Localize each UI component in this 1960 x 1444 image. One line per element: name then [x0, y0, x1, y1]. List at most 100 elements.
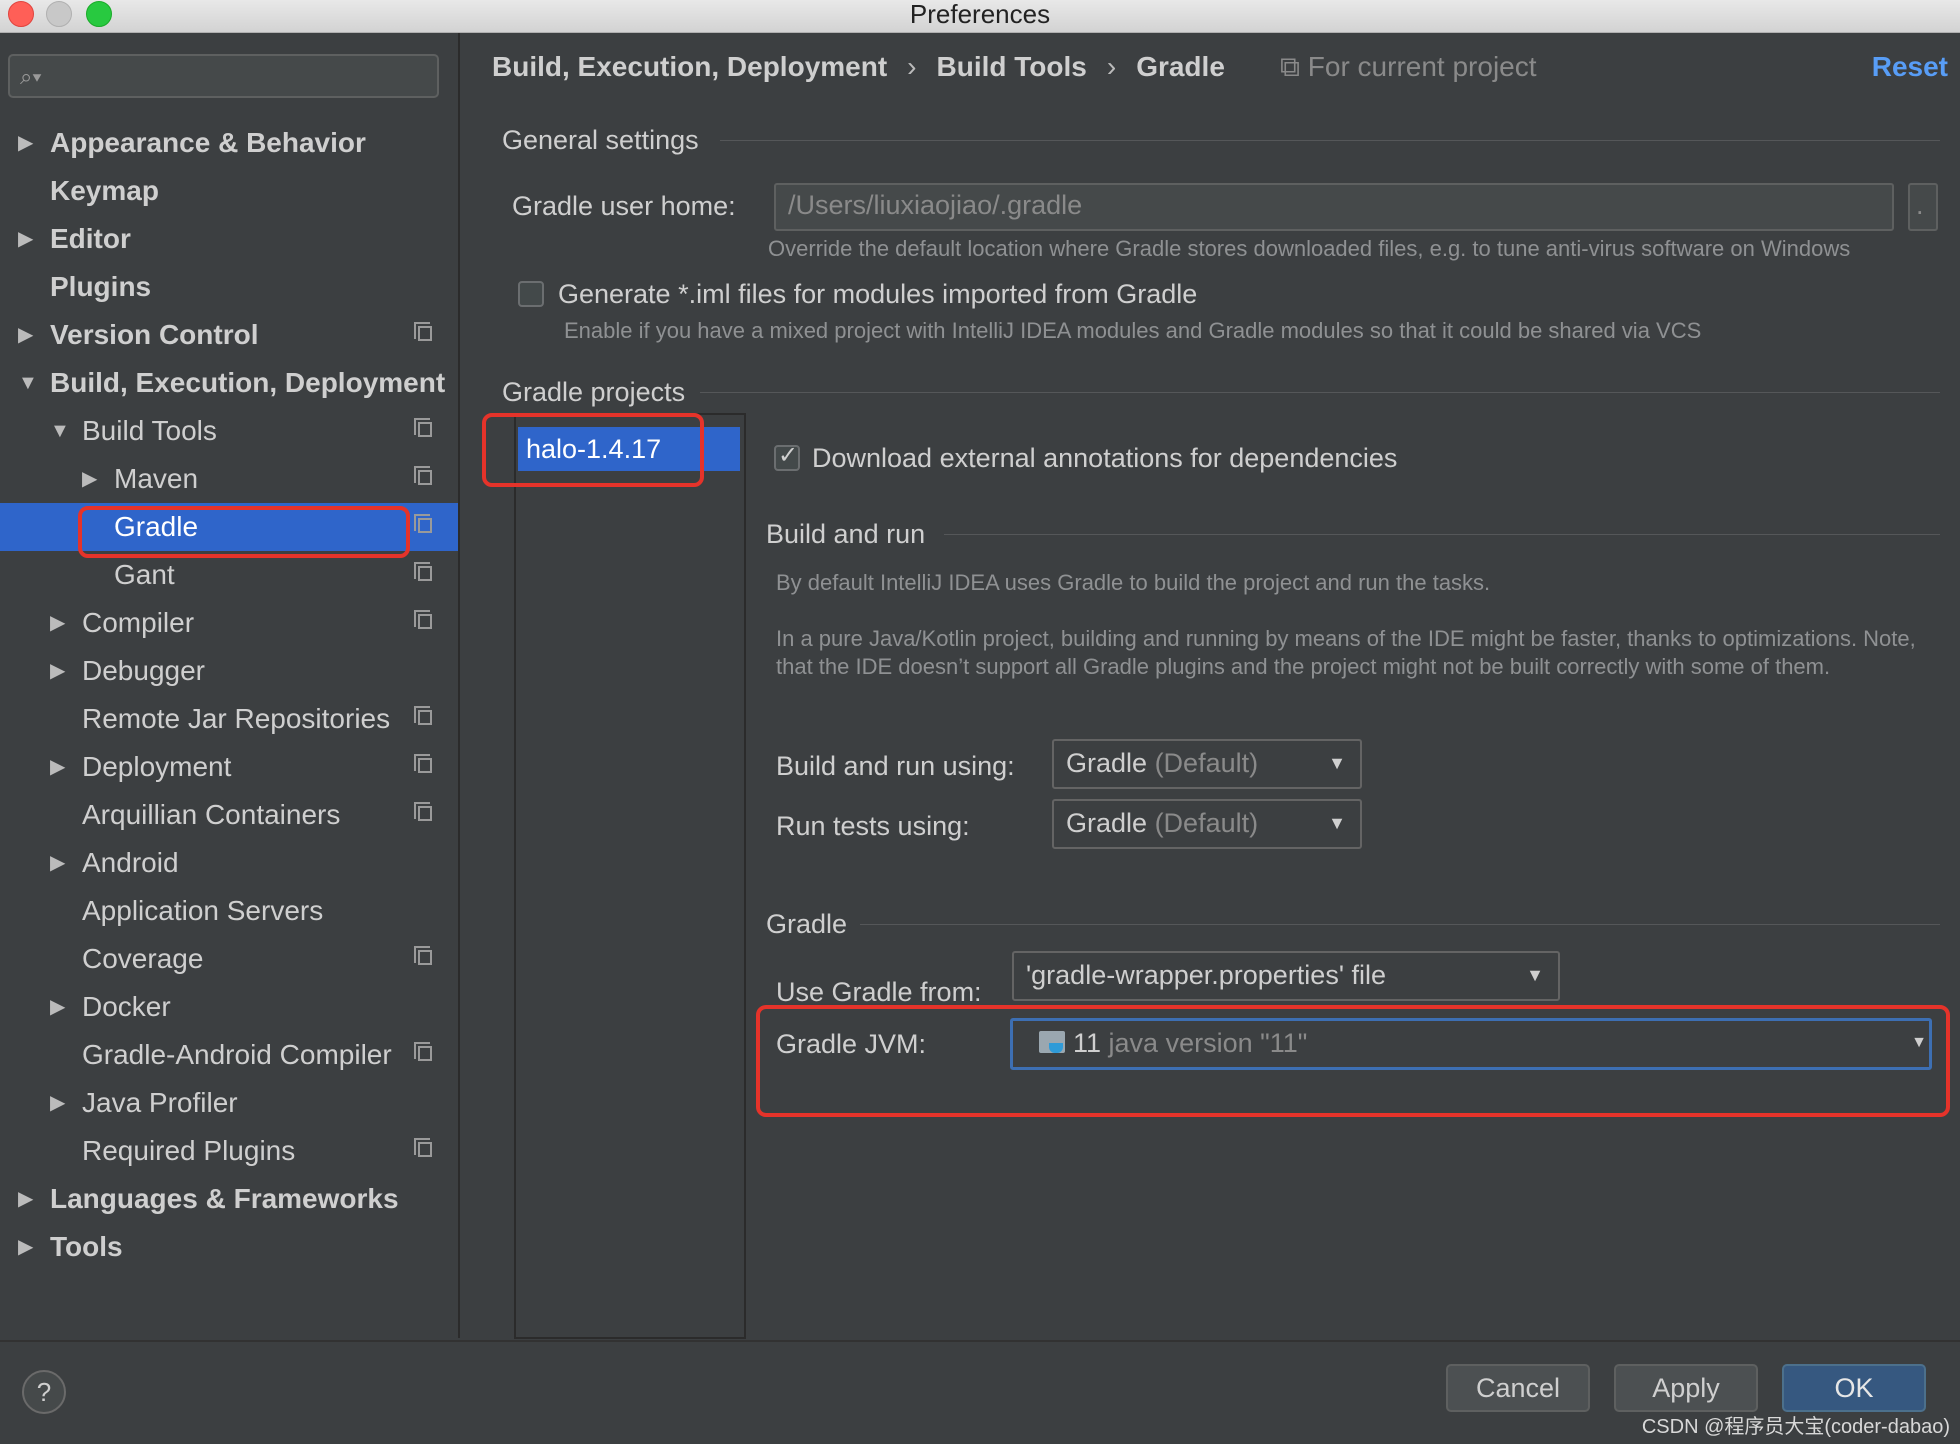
sidebar-item-tools[interactable]: ▶ Tools — [0, 1223, 458, 1271]
sidebar-item-arquillian-containers[interactable]: Arquillian Containers — [0, 791, 458, 839]
chevron-down-icon: ▼ — [1328, 753, 1346, 773]
project-scope-icon — [414, 322, 432, 341]
sidebar-item-build-tools[interactable]: ▼ Build Tools — [0, 407, 458, 455]
sidebar-item-application-servers[interactable]: Application Servers — [0, 887, 458, 935]
sidebar-item-coverage[interactable]: Coverage — [0, 935, 458, 983]
project-scope-icon — [414, 466, 432, 485]
expand-arrow-icon[interactable]: ▶ — [50, 983, 65, 1031]
dropdown-value: Gradle — [1066, 808, 1148, 838]
project-scope-icon — [414, 706, 432, 725]
sidebar-item-plugins[interactable]: Plugins — [0, 263, 458, 311]
sidebar-item-required-plugins[interactable]: Required Plugins — [0, 1127, 458, 1175]
sidebar-item-android[interactable]: ▶ Android — [0, 839, 458, 887]
run-tests-using-dropdown[interactable]: Gradle (Default) ▼ — [1052, 799, 1362, 849]
sidebar-item-build-execution-deployment[interactable]: ▼ Build, Execution, Deployment — [0, 359, 458, 407]
build-run-hint: By default IntelliJ IDEA uses Gradle to … — [776, 570, 1491, 595]
generate-iml-checkbox[interactable] — [518, 281, 544, 307]
project-scope-icon — [414, 946, 432, 965]
project-scope-icon — [414, 1138, 432, 1157]
sidebar-item-gradle-android-compiler[interactable]: Gradle-Android Compiler — [0, 1031, 458, 1079]
build-run-using-dropdown[interactable]: Gradle (Default) ▼ — [1052, 739, 1362, 789]
window-title: Preferences — [909, 0, 1051, 29]
highlight-box-project — [482, 413, 704, 487]
section-divider — [720, 140, 1940, 141]
sidebar-item-deployment[interactable]: ▶ Deployment — [0, 743, 458, 791]
use-gradle-from-dropdown[interactable]: 'gradle-wrapper.properties' file ▼ — [1012, 951, 1560, 1001]
general-settings-title: General settings — [502, 125, 699, 155]
dropdown-default-label: (Default) — [1154, 748, 1259, 778]
build-and-run-title: Build and run — [766, 519, 926, 549]
chevron-down-icon: ▼ — [1328, 813, 1346, 833]
download-annotations-checkbox[interactable] — [774, 441, 800, 471]
expand-arrow-icon[interactable]: ▶ — [18, 215, 33, 263]
ok-button[interactable]: OK — [1782, 1364, 1926, 1412]
scope-indicator: ⧉ For current project — [1280, 49, 1537, 85]
window-titlebar: Preferences — [0, 0, 1960, 33]
collapse-arrow-icon[interactable]: ▼ — [50, 407, 70, 455]
apply-button[interactable]: Apply — [1614, 1364, 1758, 1412]
help-button[interactable]: ? — [22, 1370, 66, 1414]
expand-arrow-icon[interactable]: ▶ — [18, 119, 33, 167]
search-icon: ⌕▾ — [20, 64, 42, 89]
project-scope-icon — [414, 1042, 432, 1061]
sidebar-item-compiler[interactable]: ▶ Compiler — [0, 599, 458, 647]
gradle-user-home-hint: Override the default location where Grad… — [768, 236, 1851, 261]
reset-link[interactable]: Reset — [1872, 49, 1948, 85]
sidebar-item-appearance[interactable]: ▶ Appearance & Behavior — [0, 119, 458, 167]
settings-sidebar: ⌕▾ ▶ Appearance & Behavior Keymap ▶ Edit… — [0, 33, 460, 1338]
dropdown-value: 'gradle-wrapper.properties' file — [1026, 960, 1386, 990]
project-scope-icon — [414, 802, 432, 821]
section-divider — [944, 534, 1940, 535]
section-divider — [700, 392, 1940, 393]
cancel-button[interactable]: Cancel — [1446, 1364, 1590, 1412]
gradle-section-title: Gradle — [766, 909, 848, 939]
sidebar-item-keymap[interactable]: Keymap — [0, 167, 458, 215]
expand-arrow-icon[interactable]: ▶ — [18, 1175, 33, 1223]
dropdown-value: Gradle — [1066, 748, 1148, 778]
expand-arrow-icon[interactable]: ▶ — [50, 743, 65, 791]
expand-arrow-icon[interactable]: ▶ — [18, 311, 33, 359]
breadcrumb-item: Gradle — [1136, 51, 1225, 82]
sidebar-item-debugger[interactable]: ▶ Debugger — [0, 647, 458, 695]
project-scope-icon — [414, 418, 432, 437]
sidebar-item-languages-frameworks[interactable]: ▶ Languages & Frameworks — [0, 1175, 458, 1223]
breadcrumb-separator: › — [907, 51, 917, 82]
breadcrumb-separator: › — [1106, 51, 1117, 82]
run-tests-using-label: Run tests using: — [776, 811, 970, 841]
breadcrumb-item[interactable]: Build Tools — [937, 51, 1087, 82]
section-divider — [860, 924, 1940, 925]
collapse-arrow-icon[interactable]: ▼ — [18, 359, 38, 407]
expand-arrow-icon[interactable]: ▶ — [50, 647, 65, 695]
gradle-user-home-label: Gradle user home: — [512, 191, 736, 221]
scope-label: For current project — [1307, 51, 1537, 82]
breadcrumb-item[interactable]: Build, Execution, Deployment — [492, 51, 887, 82]
gradle-user-home-input[interactable]: /Users/liuxiaojiao/.gradle — [774, 183, 1894, 231]
chevron-down-icon: ▼ — [1526, 965, 1544, 985]
sidebar-item-maven[interactable]: ▶ Maven — [0, 455, 458, 503]
browse-button[interactable]: . — [1908, 183, 1938, 231]
highlight-box-gradle-item — [78, 506, 410, 558]
dialog-footer: ? Cancel Apply OK CSDN @程序员大宝(coder-daba… — [0, 1340, 1960, 1444]
sidebar-item-remote-jar-repositories[interactable]: Remote Jar Repositories — [0, 695, 458, 743]
settings-content-panel: Build, Execution, Deployment › Build Tools… — [460, 33, 1960, 1339]
expand-arrow-icon[interactable]: ▶ — [50, 599, 65, 647]
expand-arrow-icon[interactable]: ▶ — [82, 455, 97, 503]
expand-arrow-icon[interactable]: ▶ — [50, 839, 65, 887]
project-scope-icon — [414, 610, 432, 629]
download-annotations-label: Download external annotations for depend… — [812, 443, 1398, 473]
project-scope-icon: ⧉ — [1280, 51, 1308, 82]
build-run-using-label: Build and run using: — [776, 751, 1015, 781]
settings-search-input[interactable]: ⌕▾ — [8, 54, 439, 98]
expand-arrow-icon[interactable]: ▶ — [50, 1079, 65, 1127]
highlight-box-gradle-jvm — [756, 1005, 1950, 1117]
sidebar-item-version-control[interactable]: ▶ Version Control — [0, 311, 458, 359]
generate-iml-hint: Enable if you have a mixed project with … — [564, 318, 1702, 343]
sidebar-item-docker[interactable]: ▶ Docker — [0, 983, 458, 1031]
sidebar-item-gant[interactable]: Gant — [0, 551, 458, 599]
expand-arrow-icon[interactable]: ▶ — [18, 1223, 33, 1271]
sidebar-item-java-profiler[interactable]: ▶ Java Profiler — [0, 1079, 458, 1127]
dropdown-default-label: (Default) — [1154, 808, 1259, 838]
project-scope-icon — [414, 562, 432, 581]
gradle-projects-title: Gradle projects — [502, 377, 686, 407]
sidebar-item-editor[interactable]: ▶ Editor — [0, 215, 458, 263]
